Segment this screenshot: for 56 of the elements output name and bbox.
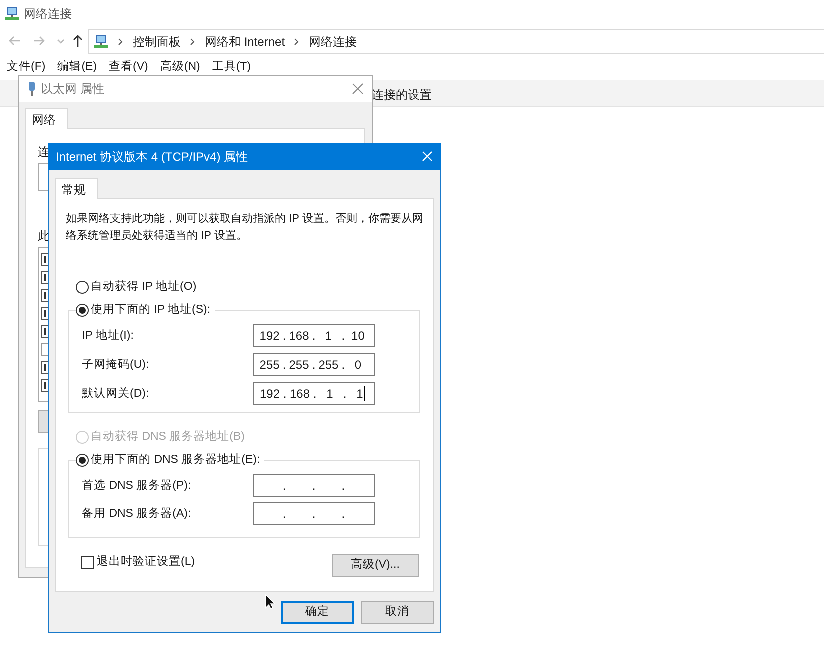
close-icon[interactable] <box>352 83 364 95</box>
radio-button[interactable] <box>76 304 89 318</box>
plug-icon <box>27 81 37 97</box>
chevron-icon <box>293 38 302 46</box>
network-icon <box>4 6 20 22</box>
cancel-button[interactable]: 取消 <box>361 601 434 624</box>
field-label: 默认网关(D): <box>82 386 150 402</box>
menu-item[interactable]: 查看(V) <box>108 60 150 74</box>
field-label: 首选 DNS 服务器(P): <box>82 478 192 494</box>
checkbox-label: 退出时验证设置(L) <box>97 554 196 570</box>
address-bar[interactable]: 控制面板 网络和 Internet 网络连接 <box>88 29 824 54</box>
ip-address-field[interactable]: 192 . 168 . 1 . 1 <box>253 382 375 405</box>
radio-label: 使用下面的 DNS 服务器地址(E): <box>91 452 260 468</box>
text-cursor <box>364 386 365 401</box>
ip-address-field[interactable]: . . . <box>253 502 375 525</box>
ip-address-field[interactable]: . . . <box>253 474 375 497</box>
checkbox[interactable] <box>41 379 48 392</box>
window-title: 网络连接 <box>24 6 72 23</box>
field-label: IP 地址(I): <box>82 328 134 344</box>
description-text: 如果网络支持此功能，则可以获取自动指派的 IP 设置。否则，你需要从网络系统管理员处获得适当的 IP 设置。 <box>66 212 424 244</box>
field-label: 备用 DNS 服务器(A): <box>82 506 192 522</box>
checkbox[interactable] <box>41 289 48 302</box>
dialog-title: Internet 协议版本 4 (TCP/IPv4) 属性 <box>56 148 248 166</box>
mouse-pointer-icon <box>265 594 275 610</box>
radio-label: 自动获得 DNS 服务器地址(B) <box>91 430 245 445</box>
tab[interactable]: 常规 <box>55 178 98 199</box>
breadcrumb-item[interactable]: 网络和 Internet <box>205 32 286 50</box>
tab[interactable]: 网络 <box>25 108 68 129</box>
checkbox[interactable] <box>41 361 48 374</box>
up-icon[interactable] <box>71 34 85 48</box>
dialog-title: 以太网 属性 <box>41 81 104 98</box>
ok-button[interactable]: 确定 <box>281 601 354 624</box>
checkbox[interactable] <box>41 253 48 266</box>
breadcrumb-item[interactable]: 控制面板 <box>133 32 181 50</box>
radio-label: 自动获得 IP 地址(O) <box>91 280 197 295</box>
checkbox[interactable] <box>41 343 48 356</box>
checkbox[interactable] <box>41 325 48 338</box>
field-label: 子网掩码(U): <box>82 358 150 373</box>
checkbox[interactable] <box>81 556 94 570</box>
menu-item[interactable]: 文件(F) <box>6 60 47 74</box>
menu-item[interactable]: 高级(N) <box>159 60 202 74</box>
radio-button[interactable] <box>76 454 89 468</box>
ip-address-field[interactable]: 192 . 168 . 1 . 10 <box>253 324 375 347</box>
menu-item[interactable]: 编辑(E) <box>56 60 98 74</box>
advanced-button[interactable]: 高级(V)... <box>332 554 419 577</box>
breadcrumb-item[interactable]: 网络连接 <box>309 32 358 50</box>
chevron-icon <box>189 38 197 46</box>
checkbox[interactable] <box>41 307 48 320</box>
checkbox[interactable] <box>41 271 48 284</box>
network-icon <box>93 34 109 50</box>
radio-button[interactable] <box>76 281 89 294</box>
ip-address-field[interactable]: 255 . 255 . 255 . 0 <box>253 353 375 376</box>
menu-item[interactable]: 工具(T) <box>211 60 252 74</box>
chevron-icon <box>117 38 125 46</box>
radio-label: 使用下面的 IP 地址(S): <box>91 302 211 318</box>
toolbar-link[interactable]: 连接的设置 <box>372 86 432 104</box>
